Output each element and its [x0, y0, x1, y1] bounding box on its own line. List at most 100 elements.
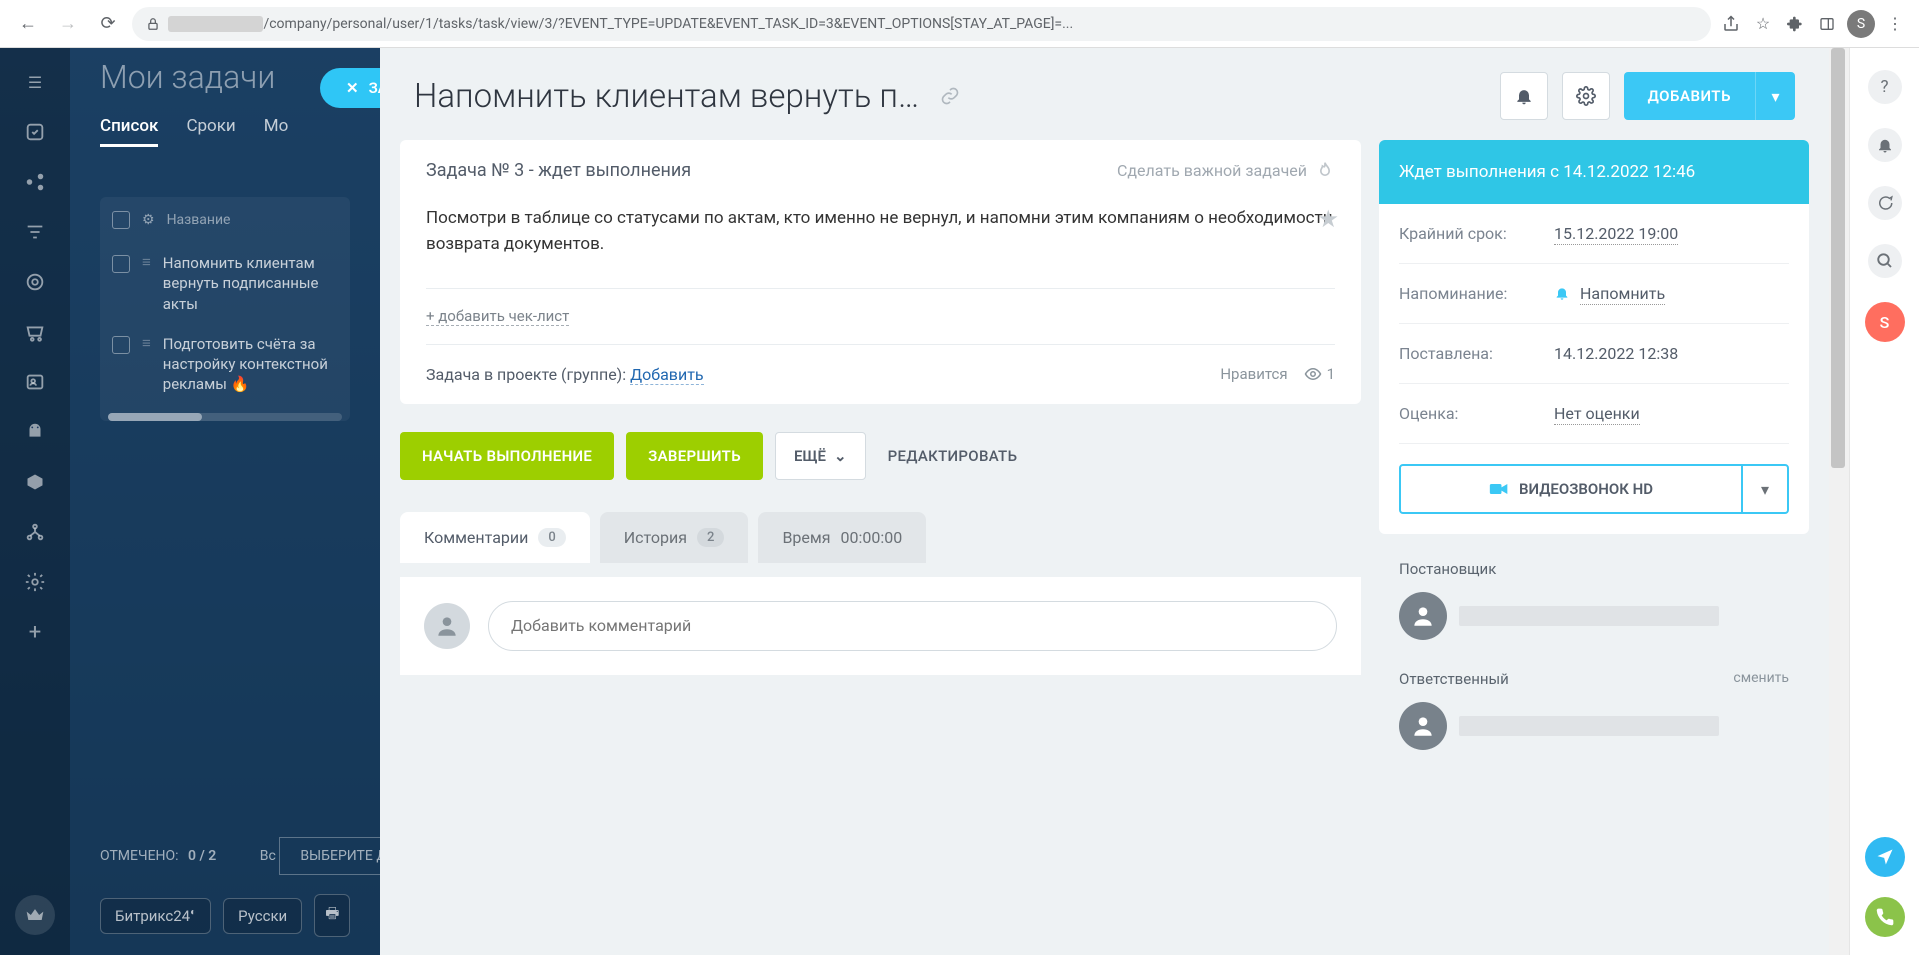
- menu-icon[interactable]: ☰: [21, 68, 49, 96]
- help-icon[interactable]: ?: [1868, 70, 1902, 104]
- crown-nav-icon[interactable]: [15, 895, 55, 935]
- eye-icon: [1304, 365, 1322, 383]
- like-button[interactable]: Нравится: [1220, 365, 1287, 383]
- creator-section-label: Постановщик: [1399, 560, 1496, 578]
- profile-avatar[interactable]: S: [1847, 10, 1875, 38]
- tab-comments[interactable]: Комментарии 0: [400, 512, 590, 563]
- side-panel-icon[interactable]: [1815, 12, 1839, 36]
- row-checkbox[interactable]: [112, 255, 130, 273]
- tasks-nav-icon[interactable]: [21, 118, 49, 146]
- drag-handle-icon[interactable]: ≡: [142, 334, 151, 352]
- search-icon[interactable]: [1868, 244, 1902, 278]
- gear-icon[interactable]: ⚙: [142, 212, 155, 228]
- filter-nav-icon[interactable]: [21, 218, 49, 246]
- bell-icon: [1554, 284, 1574, 303]
- groups-nav-icon[interactable]: [21, 168, 49, 196]
- table-row[interactable]: ≡ Напомнить клиентам вернуть подписанные…: [100, 243, 350, 324]
- add-button-dropdown[interactable]: ▾: [1755, 72, 1795, 120]
- row-checkbox[interactable]: [112, 336, 130, 354]
- link-icon[interactable]: [940, 86, 960, 106]
- language-selector[interactable]: Русски: [223, 898, 302, 934]
- star-icon[interactable]: ☆: [1751, 12, 1775, 36]
- url-text: ————————/company/personal/user/1/tasks/t…: [168, 16, 1697, 32]
- finish-button[interactable]: ЗАВЕРШИТЬ: [626, 432, 763, 480]
- status-banner: Ждет выполнения с 14.12.2022 12:46: [1379, 140, 1809, 204]
- task-title: Напомнить клиентам вернуть подписанные а…: [414, 77, 926, 116]
- change-responsible-link[interactable]: сменить: [1733, 670, 1789, 688]
- cart-nav-icon[interactable]: [21, 318, 49, 346]
- notifications-icon[interactable]: [1868, 128, 1902, 162]
- menu-icon[interactable]: ⋮: [1883, 12, 1907, 36]
- tab-more[interactable]: Мо: [264, 116, 289, 147]
- address-bar[interactable]: ————————/company/personal/user/1/tasks/t…: [132, 7, 1711, 41]
- history-count: 2: [697, 528, 724, 547]
- selected-label: ОТМЕЧЕНО:: [100, 848, 179, 864]
- detail-tabs: Комментарии 0 История 2 Время 00:00:00: [400, 512, 1361, 563]
- print-button[interactable]: 🖶: [314, 894, 350, 937]
- lock-icon: [146, 17, 160, 31]
- target-nav-icon[interactable]: [21, 268, 49, 296]
- contacts-nav-icon[interactable]: [21, 368, 49, 396]
- edit-button[interactable]: РЕДАКТИРОВАТЬ: [878, 447, 1028, 465]
- share-icon[interactable]: [1719, 12, 1743, 36]
- deadline-value[interactable]: 15.12.2022 19:00: [1554, 224, 1678, 245]
- fab-send-icon[interactable]: [1865, 837, 1905, 877]
- reminder-link[interactable]: Напомнить: [1580, 284, 1665, 305]
- created-value: 14.12.2022 12:38: [1554, 344, 1789, 363]
- sitemap-nav-icon[interactable]: [21, 518, 49, 546]
- android-nav-icon[interactable]: [21, 418, 49, 446]
- notifications-button[interactable]: [1500, 72, 1548, 120]
- col-name-header[interactable]: Название: [167, 212, 231, 228]
- task-description: Посмотри в таблице со статусами по актам…: [426, 205, 1335, 258]
- chat-icon[interactable]: [1868, 186, 1902, 220]
- tab-history[interactable]: История 2: [600, 512, 749, 563]
- rail-profile-avatar[interactable]: S: [1865, 302, 1905, 342]
- reload-button[interactable]: ⟳: [92, 8, 124, 40]
- project-label: Задача в проекте (группе):: [426, 365, 626, 384]
- fire-icon: 🔥: [231, 375, 250, 393]
- add-to-project-link[interactable]: Добавить: [630, 365, 703, 385]
- drag-handle-icon[interactable]: ≡: [142, 253, 151, 271]
- add-checklist-link[interactable]: + добавить чек-лист: [400, 289, 1361, 344]
- video-call-dropdown[interactable]: ▾: [1741, 466, 1787, 512]
- right-rail: ? S: [1849, 48, 1919, 955]
- table-row[interactable]: ≡ Подготовить счёта за настройку контекс…: [100, 324, 350, 405]
- rating-value[interactable]: Нет оценки: [1554, 404, 1640, 425]
- task-detail-panel: Напомнить клиентам вернуть подписанные а…: [380, 48, 1829, 955]
- plus-nav-icon[interactable]: +: [21, 618, 49, 646]
- box-nav-icon[interactable]: [21, 468, 49, 496]
- tab-deadlines[interactable]: Сроки: [186, 116, 235, 147]
- responsible-person[interactable]: [1399, 702, 1789, 750]
- creator-name: [1459, 606, 1719, 626]
- time-value: 00:00:00: [841, 528, 903, 547]
- rating-label: Оценка:: [1399, 404, 1554, 423]
- modal-scrollbar[interactable]: [1829, 48, 1849, 955]
- chevron-down-icon: ⌄: [834, 447, 847, 465]
- responsible-name: [1459, 716, 1719, 736]
- video-icon: [1489, 482, 1509, 496]
- back-button[interactable]: ←: [12, 8, 44, 40]
- gear-nav-icon[interactable]: [21, 568, 49, 596]
- creator-person[interactable]: [1399, 592, 1789, 640]
- start-button[interactable]: НАЧАТЬ ВЫПОЛНЕНИЕ: [400, 432, 614, 480]
- deadline-label: Крайний срок:: [1399, 224, 1554, 243]
- created-label: Поставлена:: [1399, 344, 1554, 363]
- selected-count: 0 / 2: [188, 848, 216, 864]
- add-button[interactable]: ДОБАВИТЬ: [1624, 72, 1755, 120]
- views-count: 1: [1304, 365, 1335, 383]
- make-important-link[interactable]: Сделать важной задачей: [1117, 161, 1335, 181]
- more-button[interactable]: ЕЩЁ ⌄: [775, 432, 866, 480]
- tab-list[interactable]: Список: [100, 116, 158, 147]
- video-call-button[interactable]: ВИДЕОЗВОНОК HD ▾: [1399, 464, 1789, 514]
- brand-badge[interactable]: Битрикс24◐: [100, 898, 211, 934]
- tab-time[interactable]: Время 00:00:00: [758, 512, 926, 563]
- settings-button[interactable]: [1562, 72, 1610, 120]
- person-avatar-icon: [1399, 702, 1447, 750]
- favorite-star-icon[interactable]: ★: [1317, 201, 1339, 238]
- comment-input[interactable]: [488, 601, 1337, 651]
- fab-call-icon[interactable]: [1865, 897, 1905, 937]
- forward-button[interactable]: →: [52, 8, 84, 40]
- extensions-icon[interactable]: [1783, 12, 1807, 36]
- browser-toolbar: ← → ⟳ ————————/company/personal/user/1/t…: [0, 0, 1919, 48]
- task-actions: НАЧАТЬ ВЫПОЛНЕНИЕ ЗАВЕРШИТЬ ЕЩЁ ⌄ РЕДАКТ…: [400, 418, 1361, 498]
